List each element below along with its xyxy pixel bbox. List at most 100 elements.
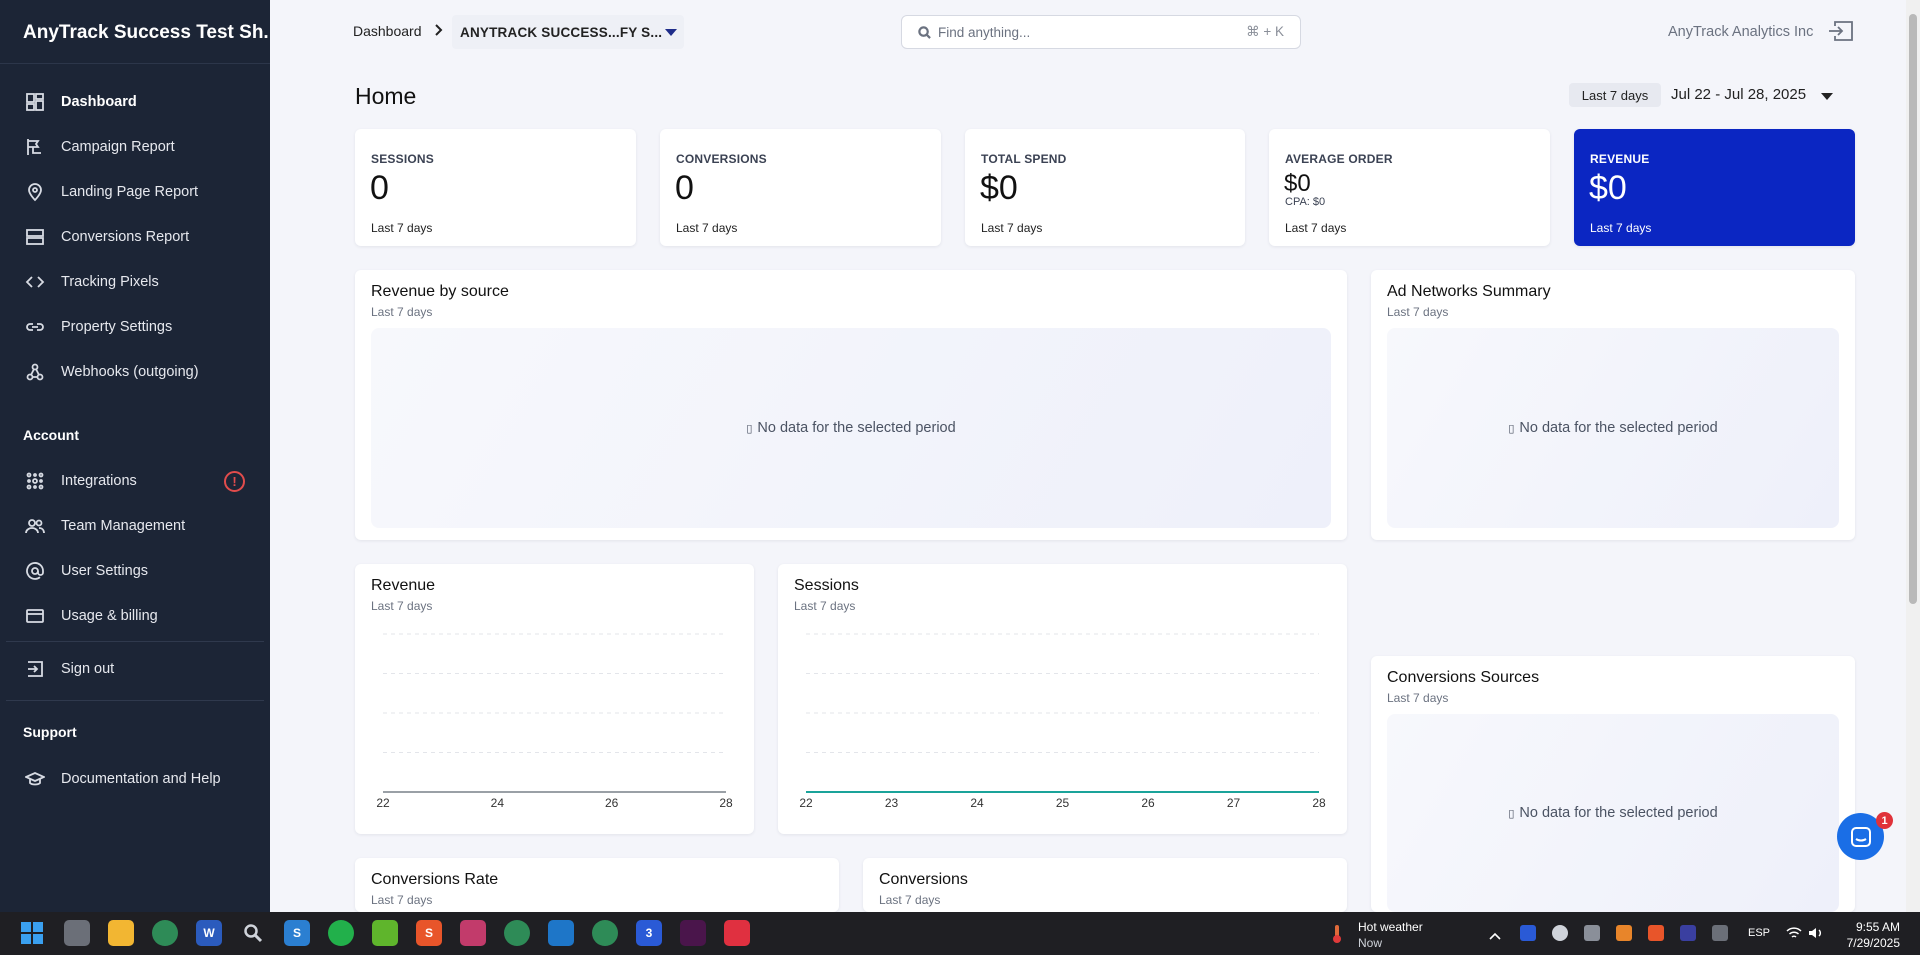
graduation-cap-icon [24,768,46,790]
kpi-period: Last 7 days [371,221,433,235]
date-range-preset[interactable]: Last 7 days [1569,83,1661,107]
revenue-line-chart: 22 24 26 28 [376,633,733,810]
panel-revenue-by-source: Revenue by source Last 7 days ▯ No data … [355,270,1347,540]
kpi-card-total-spend: TOTAL SPEND $0 Last 7 days [965,129,1245,246]
page-title: Home [355,83,417,109]
kpi-label: CONVERSIONS [676,152,767,166]
sidebar-item-landing-page-report[interactable]: Landing Page Report [0,174,270,210]
chevron-up-icon[interactable] [1489,928,1501,940]
language-indicator[interactable]: ESP [1748,927,1770,939]
sidebar-item-dashboard[interactable]: Dashboard [0,84,270,120]
tray-app-icon[interactable] [1712,925,1728,941]
whatsapp-icon[interactable] [328,920,354,946]
sidebar: AnyTrack Success Test Sh... Dashboard Ca… [0,0,270,912]
sidebar-item-label: Dashboard [61,94,137,110]
sidebar-item-property-settings[interactable]: Property Settings [0,309,270,345]
scrollbar-thumb[interactable] [1909,14,1917,604]
kpi-card-conversions: CONVERSIONS 0 Last 7 days [660,129,941,246]
onedrive-icon[interactable] [1552,925,1568,941]
link-icon [24,316,46,338]
kpi-label: SESSIONS [371,152,434,166]
credit-card-icon [24,605,46,627]
sidebar-item-label: Integrations [61,473,137,489]
panel-title: Conversions Rate [371,871,499,888]
chrome-icon[interactable] [592,920,618,946]
caret-down-icon[interactable] [1821,93,1833,100]
kpi-value: 0 [370,169,389,207]
sidebar-item-label: Conversions Report [61,229,190,245]
sidebar-item-label: Landing Page Report [61,184,199,200]
sidebar-item-label: Property Settings [61,319,173,335]
sidebar-item-webhooks[interactable]: Webhooks (outgoing) [0,354,270,390]
wifi-icon[interactable] [1786,926,1802,940]
slack-icon[interactable] [680,920,706,946]
workspace-name[interactable]: AnyTrack Success Test Sh... [0,0,270,64]
search-shortcut: ⌘ + K [1246,24,1284,39]
app-icon[interactable]: S [416,920,442,946]
sidebar-item-usage-billing[interactable]: Usage & billing [0,598,270,634]
search-icon[interactable] [240,920,266,946]
windows-start-icon[interactable] [19,920,45,946]
vscode-icon[interactable] [548,920,574,946]
tray-zoom-icon[interactable] [1520,925,1536,941]
clock-time: 9:55 AM [1855,920,1900,934]
kpi-period: Last 7 days [676,221,738,235]
logout-button[interactable] [1828,20,1854,42]
sidebar-item-label: Webhooks (outgoing) [61,364,199,380]
app-icon[interactable] [372,920,398,946]
sidebar-item-label: Tracking Pixels [61,274,159,290]
word-icon[interactable]: W [196,920,222,946]
sidebar-item-sign-out[interactable]: Sign out [0,651,270,687]
panel-title: Conversions [879,871,968,888]
sidebar-item-campaign-report[interactable]: Campaign Report [0,129,270,165]
tray-app-icon[interactable] [1648,925,1664,941]
section-heading-support: Support [23,724,77,740]
sidebar-item-conversions-report[interactable]: Conversions Report [0,219,270,255]
breadcrumb[interactable]: Dashboard [353,23,422,39]
property-selector-label: ANYTRACK SUCCESS...FY S... [460,24,663,40]
zoho-icon[interactable]: 3 [636,920,662,946]
sidebar-item-tracking-pixels[interactable]: Tracking Pixels [0,264,270,300]
chrome-icon[interactable] [504,920,530,946]
task-view-icon[interactable] [64,920,90,946]
app-icon[interactable] [724,920,750,946]
sidebar-item-label: Usage & billing [61,608,158,624]
webhook-icon [24,361,46,383]
search-input[interactable]: Find anything... ⌘ + K [901,15,1301,49]
sidebar-item-label: User Settings [61,563,149,579]
os-taskbar: W S S 3 Hot weather Now ESP 9:55 AM 7/29… [0,912,1920,955]
chat-icon [1850,826,1871,847]
system-clock[interactable]: 9:55 AM 7/29/2025 [1812,919,1900,951]
search-placeholder: Find anything... [938,24,1031,40]
chrome-icon[interactable] [152,920,178,946]
info-icon: ▯ [1508,807,1515,820]
tray-app-icon[interactable] [1680,925,1696,941]
sidebar-item-label: Team Management [61,518,186,534]
sidebar-item-label: Sign out [61,661,115,677]
search-icon [918,25,931,39]
property-selector[interactable]: ANYTRACK SUCCESS...FY S... [452,15,684,49]
sidebar-item-user-settings[interactable]: User Settings [0,553,270,589]
panel-subtitle: Last 7 days [879,893,941,907]
location-pin-icon [24,181,46,203]
weather-widget[interactable]: Hot weather Now [1358,919,1423,951]
sidebar-item-documentation[interactable]: Documentation and Help [0,761,270,797]
clock-date: 7/29/2025 [1846,936,1900,950]
app-icon[interactable] [460,920,486,946]
x-tick-label: 22 [799,796,813,810]
app-icon[interactable]: S [284,920,310,946]
info-icon: ▯ [1508,422,1515,435]
organization-name[interactable]: AnyTrack Analytics Inc [1668,24,1813,40]
tray-slack-icon[interactable] [1584,925,1600,941]
kpi-card-average-order: AVERAGE ORDER $0 CPA: $0 Last 7 days [1269,129,1550,246]
tray-app-icon[interactable] [1616,925,1632,941]
file-explorer-icon[interactable] [108,920,134,946]
panel-subtitle: Last 7 days [371,893,433,907]
weather-title: Hot weather [1358,920,1423,934]
chevron-right-icon [435,24,443,36]
sidebar-item-integrations[interactable]: Integrations ! [0,463,270,499]
date-range-picker[interactable]: Jul 22 - Jul 28, 2025 [1671,86,1806,103]
x-tick-label: 25 [1056,796,1070,810]
sidebar-item-label: Documentation and Help [61,771,221,787]
sidebar-item-team-management[interactable]: Team Management [0,508,270,544]
